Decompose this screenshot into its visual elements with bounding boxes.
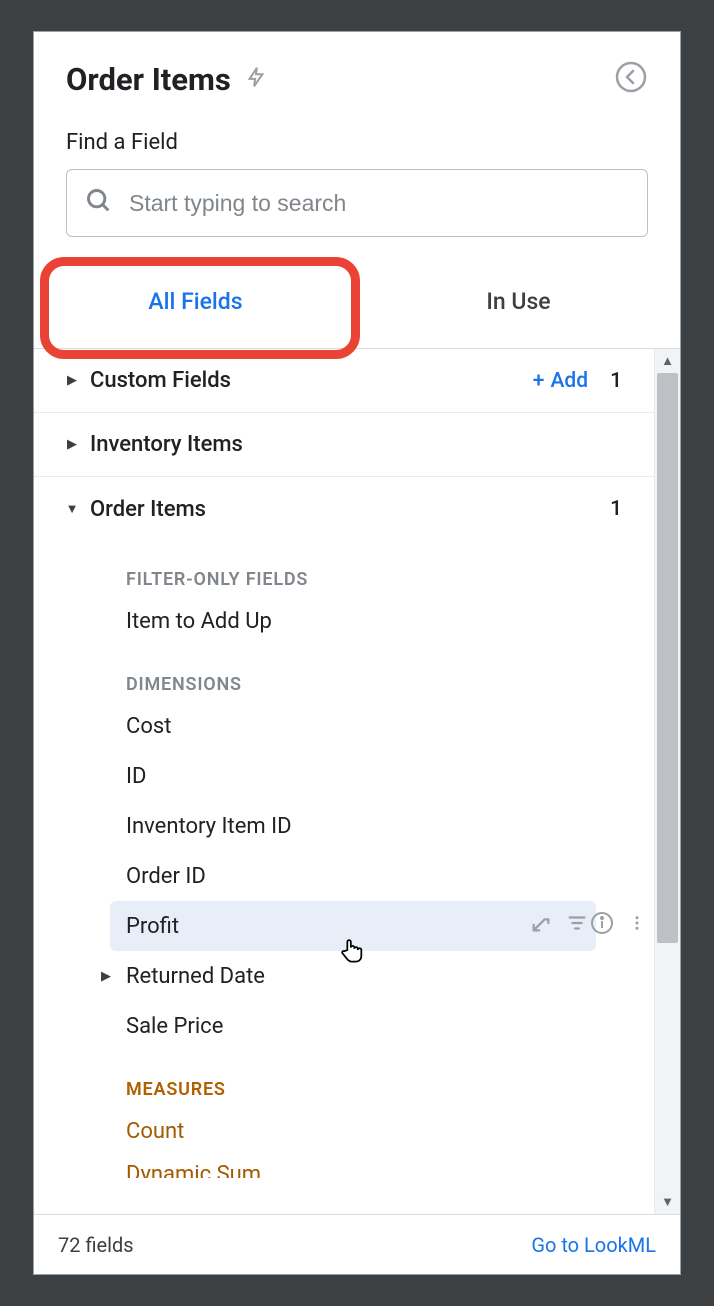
field-sale-price[interactable]: Sale Price [34, 1001, 654, 1051]
section-filter-only: FILTER-ONLY FIELDS [34, 541, 654, 596]
order-items-count: 1 [610, 497, 622, 521]
field-cutoff[interactable]: Dynamic Sum [34, 1156, 654, 1178]
field-count[interactable]: Count [34, 1106, 654, 1156]
tab-all-fields[interactable]: All Fields [34, 255, 357, 348]
field-order-id[interactable]: Order ID [34, 851, 654, 901]
field-count: 72 fields [58, 1233, 134, 1257]
go-to-lookml-link[interactable]: Go to LookML [531, 1233, 656, 1257]
field-inventory-item-id[interactable]: Inventory Item ID [34, 801, 654, 851]
plus-icon: + [533, 369, 545, 393]
field-returned-date[interactable]: ▶ Returned Date [34, 951, 654, 1001]
scroll-thumb[interactable] [657, 373, 678, 943]
section-dimensions: DIMENSIONS [34, 646, 654, 701]
group-custom-fields[interactable]: ▶ Custom Fields + Add 1 [34, 349, 654, 413]
field-item-to-add-up[interactable]: Item to Add Up [34, 596, 654, 646]
section-measures: MEASURES [34, 1051, 654, 1106]
collapse-panel-icon[interactable] [614, 60, 648, 98]
pivot-icon[interactable] [530, 912, 552, 940]
collapse-icon: ▼ [54, 501, 90, 517]
field-picker-panel: Order Items Find a Field All Fields In U… [33, 31, 681, 1275]
page-title: Order Items [66, 61, 231, 98]
search-icon [85, 187, 113, 219]
scroll-up-icon[interactable]: ▲ [655, 349, 680, 373]
expand-icon: ▶ [88, 969, 124, 984]
filter-icon[interactable] [566, 912, 588, 940]
scroll-track[interactable] [655, 373, 680, 1190]
add-custom-field-button[interactable]: + Add [533, 369, 588, 393]
scroll-down-icon[interactable]: ▼ [655, 1190, 680, 1214]
group-inventory-items[interactable]: ▶ Inventory Items [34, 413, 654, 477]
more-icon[interactable] [628, 911, 646, 941]
expand-icon: ▶ [54, 373, 90, 388]
search-input[interactable] [129, 190, 629, 217]
custom-fields-count: 1 [610, 369, 622, 393]
group-order-items[interactable]: ▼ Order Items 1 [34, 477, 654, 541]
panel-footer: 72 fields Go to LookML [34, 1214, 680, 1274]
search-field[interactable] [66, 169, 648, 237]
field-list: ▶ Custom Fields + Add 1 ▶ Inventory Item… [34, 349, 654, 1214]
tabs: All Fields In Use [34, 255, 680, 349]
field-profit[interactable]: Profit [110, 901, 596, 951]
info-icon[interactable] [590, 911, 614, 941]
scrollbar[interactable]: ▲ ▼ [654, 349, 680, 1214]
panel-header: Order Items [34, 32, 680, 106]
quick-start-icon[interactable] [245, 62, 267, 96]
field-id[interactable]: ID [34, 751, 654, 801]
field-cost[interactable]: Cost [34, 701, 654, 751]
search-label: Find a Field [34, 106, 680, 163]
expand-icon: ▶ [54, 437, 90, 452]
tab-in-use[interactable]: In Use [357, 255, 680, 348]
